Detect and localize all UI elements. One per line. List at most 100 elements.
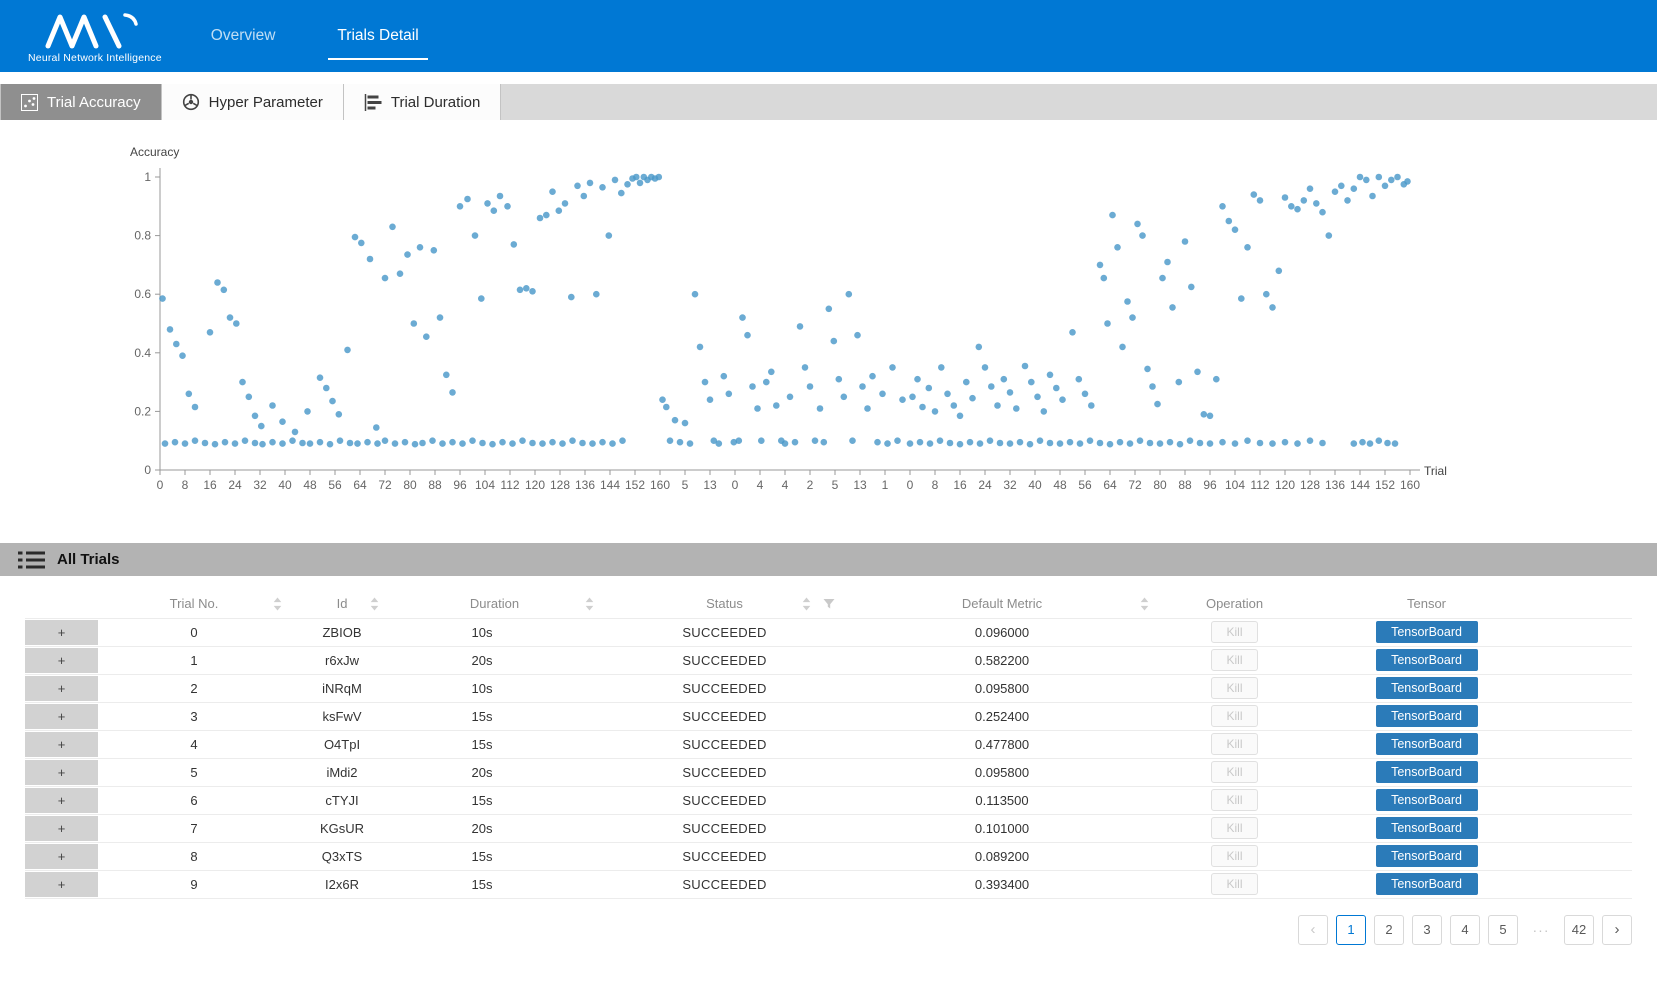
scatter-point[interactable] <box>1067 439 1074 446</box>
scatter-point[interactable] <box>1238 295 1245 302</box>
scatter-point[interactable] <box>1097 262 1104 269</box>
scatter-point[interactable] <box>917 439 924 446</box>
scatter-point[interactable] <box>192 437 199 444</box>
scatter-point[interactable] <box>1177 441 1184 448</box>
scatter-point[interactable] <box>1114 244 1121 251</box>
scatter-point[interactable] <box>593 291 600 298</box>
scatter-point[interactable] <box>1041 408 1048 415</box>
scatter-point[interactable] <box>449 389 456 396</box>
scatter-point[interactable] <box>304 408 311 415</box>
scatter-point[interactable] <box>307 440 314 447</box>
scatter-point[interactable] <box>687 440 694 447</box>
scatter-point[interactable] <box>1182 238 1189 245</box>
scatter-point[interactable] <box>599 439 606 446</box>
scatter-point[interactable] <box>1319 209 1326 216</box>
scatter-point[interactable] <box>489 441 496 448</box>
scatter-point[interactable] <box>1313 200 1320 207</box>
scatter-point[interactable] <box>1376 437 1383 444</box>
scatter-point[interactable] <box>192 404 199 411</box>
scatter-point[interactable] <box>1167 439 1174 446</box>
scatter-point[interactable] <box>519 437 526 444</box>
scatter-point[interactable] <box>1082 391 1089 398</box>
col-header-status[interactable]: Status <box>602 590 847 618</box>
scatter-point[interactable] <box>382 437 389 444</box>
scatter-point[interactable] <box>927 440 934 447</box>
scatter-point[interactable] <box>763 379 770 386</box>
scatter-point[interactable] <box>549 439 556 446</box>
scatter-point[interactable] <box>944 391 951 398</box>
scatter-point[interactable] <box>1139 232 1146 239</box>
tab-overview[interactable]: Overview <box>206 27 281 45</box>
scatter-point[interactable] <box>459 440 466 447</box>
scatter-point[interactable] <box>997 440 1004 447</box>
scatter-point[interactable] <box>854 332 861 339</box>
scatter-point[interactable] <box>549 188 556 195</box>
scatter-point[interactable] <box>279 418 286 425</box>
scatter-point[interactable] <box>1022 363 1029 370</box>
scatter-point[interactable] <box>382 275 389 282</box>
scatter-point[interactable] <box>497 193 504 200</box>
scatter-point[interactable] <box>938 364 945 371</box>
scatter-point[interactable] <box>417 244 424 251</box>
scatter-point[interactable] <box>484 200 491 207</box>
scatter-point[interactable] <box>1257 440 1264 447</box>
scatter-point[interactable] <box>1359 439 1366 446</box>
scatter-point[interactable] <box>259 441 266 448</box>
scatter-point[interactable] <box>499 439 506 446</box>
kill-button[interactable]: Kill <box>1211 677 1257 699</box>
scatter-point[interactable] <box>323 385 330 392</box>
scatter-point[interactable] <box>914 376 921 383</box>
pagination-prev[interactable]: ‹ <box>1298 915 1328 945</box>
scatter-point[interactable] <box>289 437 296 444</box>
scatter-point[interactable] <box>782 440 789 447</box>
scatter-point[interactable] <box>1269 440 1276 447</box>
scatter-point[interactable] <box>504 203 511 210</box>
scatter-point[interactable] <box>697 344 704 351</box>
scatter-point[interactable] <box>581 193 588 200</box>
scatter-point[interactable] <box>899 396 906 403</box>
scatter-point[interactable] <box>172 439 179 446</box>
scatter-point[interactable] <box>1257 197 1264 204</box>
accuracy-chart-svg[interactable]: 00.20.40.60.8108162432404856647280889610… <box>0 140 1657 510</box>
scatter-point[interactable] <box>859 383 866 390</box>
subtab-trial-accuracy[interactable]: Trial Accuracy <box>0 84 162 120</box>
scatter-point[interactable] <box>389 224 396 231</box>
scatter-point[interactable] <box>1187 437 1194 444</box>
tensorboard-button[interactable]: TensorBoard <box>1376 761 1478 783</box>
scatter-point[interactable] <box>988 383 995 390</box>
scatter-point[interactable] <box>1157 440 1164 447</box>
scatter-point[interactable] <box>606 232 613 239</box>
scatter-point[interactable] <box>773 402 780 409</box>
scatter-point[interactable] <box>1053 385 1060 392</box>
scatter-point[interactable] <box>1097 440 1104 447</box>
scatter-point[interactable] <box>707 396 714 403</box>
col-header-default-metric[interactable]: Default Metric <box>847 590 1157 618</box>
scatter-point[interactable] <box>874 439 881 446</box>
scatter-point[interactable] <box>212 441 219 448</box>
scatter-point[interactable] <box>792 439 799 446</box>
scatter-point[interactable] <box>1194 369 1201 376</box>
scatter-point[interactable] <box>656 174 663 181</box>
scatter-point[interactable] <box>364 439 371 446</box>
scatter-point[interactable] <box>374 440 381 447</box>
scatter-point[interactable] <box>977 440 984 447</box>
scatter-point[interactable] <box>1219 203 1226 210</box>
scatter-point[interactable] <box>1176 379 1183 386</box>
scatter-point[interactable] <box>529 440 536 447</box>
tensorboard-button[interactable]: TensorBoard <box>1376 705 1478 727</box>
pagination-page[interactable]: 42 <box>1564 915 1594 945</box>
scatter-point[interactable] <box>439 440 446 447</box>
scatter-point[interactable] <box>258 423 265 430</box>
scatter-point[interactable] <box>587 180 594 187</box>
scatter-point[interactable] <box>1232 440 1239 447</box>
scatter-point[interactable] <box>609 440 616 447</box>
scatter-point[interactable] <box>618 190 625 197</box>
scatter-point[interactable] <box>402 439 409 446</box>
scatter-point[interactable] <box>1288 203 1295 210</box>
scatter-point[interactable] <box>849 437 856 444</box>
tensorboard-button[interactable]: TensorBoard <box>1376 733 1478 755</box>
scatter-point[interactable] <box>736 437 743 444</box>
pagination-jump-next[interactable]: ··· <box>1526 915 1556 945</box>
scatter-point[interactable] <box>246 394 253 401</box>
scatter-point[interactable] <box>179 352 186 359</box>
